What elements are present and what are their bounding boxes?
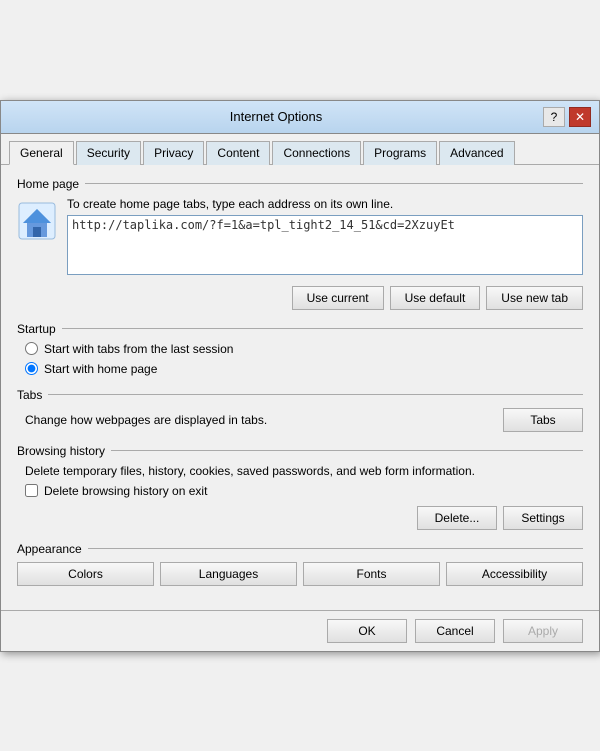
delete-on-exit-checkbox-label[interactable]: Delete browsing history on exit bbox=[25, 484, 583, 498]
tab-general[interactable]: General bbox=[9, 141, 74, 165]
tab-content[interactable]: Content bbox=[206, 141, 270, 165]
cancel-button[interactable]: Cancel bbox=[415, 619, 495, 643]
languages-button[interactable]: Languages bbox=[160, 562, 297, 586]
appearance-buttons: Colors Languages Fonts Accessibility bbox=[17, 562, 583, 586]
delete-settings-buttons: Delete... Settings bbox=[17, 506, 583, 530]
browsing-history-description: Delete temporary files, history, cookies… bbox=[25, 464, 583, 478]
titlebar-controls: ? ✕ bbox=[543, 107, 591, 127]
startup-radio-group: Start with tabs from the last session St… bbox=[25, 342, 583, 376]
delete-button[interactable]: Delete... bbox=[417, 506, 497, 530]
tab-connections[interactable]: Connections bbox=[272, 141, 361, 165]
home-page-buttons: Use current Use default Use new tab bbox=[17, 286, 583, 310]
fonts-button[interactable]: Fonts bbox=[303, 562, 440, 586]
accessibility-button[interactable]: Accessibility bbox=[446, 562, 583, 586]
use-new-tab-button[interactable]: Use new tab bbox=[486, 286, 583, 310]
startup-radio-last-session[interactable] bbox=[25, 342, 38, 355]
delete-on-exit-label: Delete browsing history on exit bbox=[44, 484, 207, 498]
tab-content-area: Home page To create home page tabs bbox=[1, 165, 599, 610]
startup-option-home-page[interactable]: Start with home page bbox=[25, 362, 583, 376]
window-title: Internet Options bbox=[9, 109, 543, 124]
bottom-bar: OK Cancel Apply bbox=[1, 610, 599, 651]
home-url-input[interactable] bbox=[67, 215, 583, 275]
appearance-section-title: Appearance bbox=[17, 542, 583, 556]
browsing-history-title: Browsing history bbox=[17, 444, 583, 458]
settings-button[interactable]: Settings bbox=[503, 506, 583, 530]
tabs-button[interactable]: Tabs bbox=[503, 408, 583, 432]
tab-advanced[interactable]: Advanced bbox=[439, 141, 514, 165]
startup-option-home-page-label: Start with home page bbox=[44, 362, 157, 376]
home-page-row: To create home page tabs, type each addr… bbox=[17, 197, 583, 278]
ok-button[interactable]: OK bbox=[327, 619, 407, 643]
startup-section: Startup Start with tabs from the last se… bbox=[17, 322, 583, 376]
tab-programs[interactable]: Programs bbox=[363, 141, 437, 165]
use-default-button[interactable]: Use default bbox=[390, 286, 481, 310]
apply-button[interactable]: Apply bbox=[503, 619, 583, 643]
home-page-right: To create home page tabs, type each addr… bbox=[67, 197, 583, 278]
close-button[interactable]: ✕ bbox=[569, 107, 591, 127]
tabs-section-row: Change how webpages are displayed in tab… bbox=[25, 408, 583, 432]
internet-options-window: Internet Options ? ✕ General Security Pr… bbox=[0, 100, 600, 652]
startup-option-last-session[interactable]: Start with tabs from the last session bbox=[25, 342, 583, 356]
tabs-bar: General Security Privacy Content Connect… bbox=[1, 134, 599, 165]
use-current-button[interactable]: Use current bbox=[292, 286, 384, 310]
tab-privacy[interactable]: Privacy bbox=[143, 141, 204, 165]
delete-on-exit-checkbox[interactable] bbox=[25, 484, 38, 497]
startup-option-last-session-label: Start with tabs from the last session bbox=[44, 342, 233, 356]
help-button[interactable]: ? bbox=[543, 107, 565, 127]
browsing-history-section: Browsing history Delete temporary files,… bbox=[17, 444, 583, 530]
startup-section-title: Startup bbox=[17, 322, 583, 336]
home-icon bbox=[17, 201, 57, 241]
tab-security[interactable]: Security bbox=[76, 141, 141, 165]
tabs-section: Tabs Change how webpages are displayed i… bbox=[17, 388, 583, 432]
tabs-section-description: Change how webpages are displayed in tab… bbox=[25, 413, 267, 427]
home-page-section: Home page To create home page tabs bbox=[17, 177, 583, 310]
startup-radio-home-page[interactable] bbox=[25, 362, 38, 375]
tabs-section-title: Tabs bbox=[17, 388, 583, 402]
titlebar: Internet Options ? ✕ bbox=[1, 101, 599, 134]
home-page-description: To create home page tabs, type each addr… bbox=[67, 197, 583, 211]
colors-button[interactable]: Colors bbox=[17, 562, 154, 586]
appearance-section: Appearance Colors Languages Fonts Access… bbox=[17, 542, 583, 586]
home-page-section-title: Home page bbox=[17, 177, 583, 191]
